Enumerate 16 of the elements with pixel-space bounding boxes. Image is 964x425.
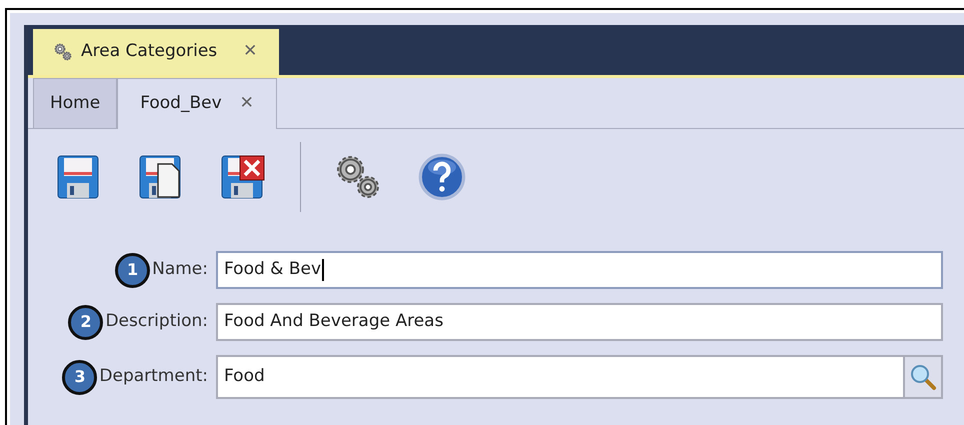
search-button[interactable] bbox=[903, 357, 941, 397]
field-label: Department: bbox=[99, 365, 208, 388]
close-icon[interactable]: ✕ bbox=[243, 39, 258, 65]
close-icon[interactable]: ✕ bbox=[240, 93, 254, 114]
field-label: Name: bbox=[152, 258, 208, 282]
field-label: Description: bbox=[105, 310, 208, 334]
step-number: 2 bbox=[68, 304, 104, 340]
document-tab[interactable]: Area Categories ✕ bbox=[33, 29, 280, 75]
input-field[interactable]: Food & Bev bbox=[216, 251, 943, 289]
tab[interactable]: Home bbox=[33, 78, 118, 128]
input-field[interactable]: Food bbox=[216, 355, 943, 399]
tab[interactable]: Food_Bev ✕ bbox=[117, 78, 277, 129]
input-field[interactable]: Food And Beverage Areas bbox=[216, 303, 943, 341]
step-number: 3 bbox=[62, 360, 98, 394]
gears-icon bbox=[53, 42, 73, 62]
step-number: 1 bbox=[115, 252, 150, 288]
